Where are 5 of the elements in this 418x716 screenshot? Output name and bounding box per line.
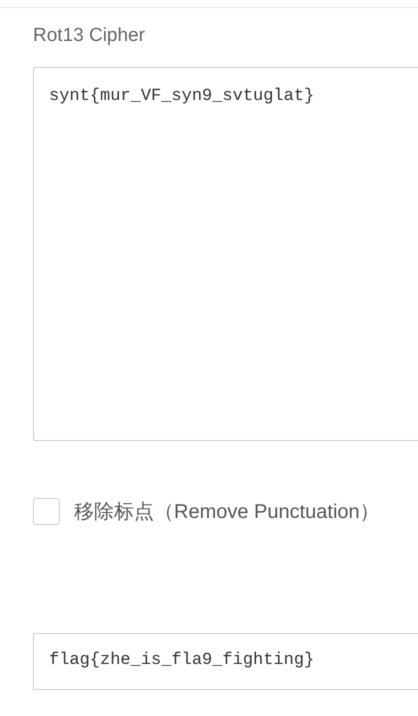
tool-title: Rot13 Cipher [33,24,145,48]
input-field[interactable]: synt{mur_VF_syn9_svtuglat} [33,66,418,440]
output-field[interactable]: flag{zhe_is_fla9_fighting} [33,632,418,690]
checkbox-label: 移除标点（Remove Punctuation） [74,500,380,524]
checkbox[interactable] [33,498,60,525]
